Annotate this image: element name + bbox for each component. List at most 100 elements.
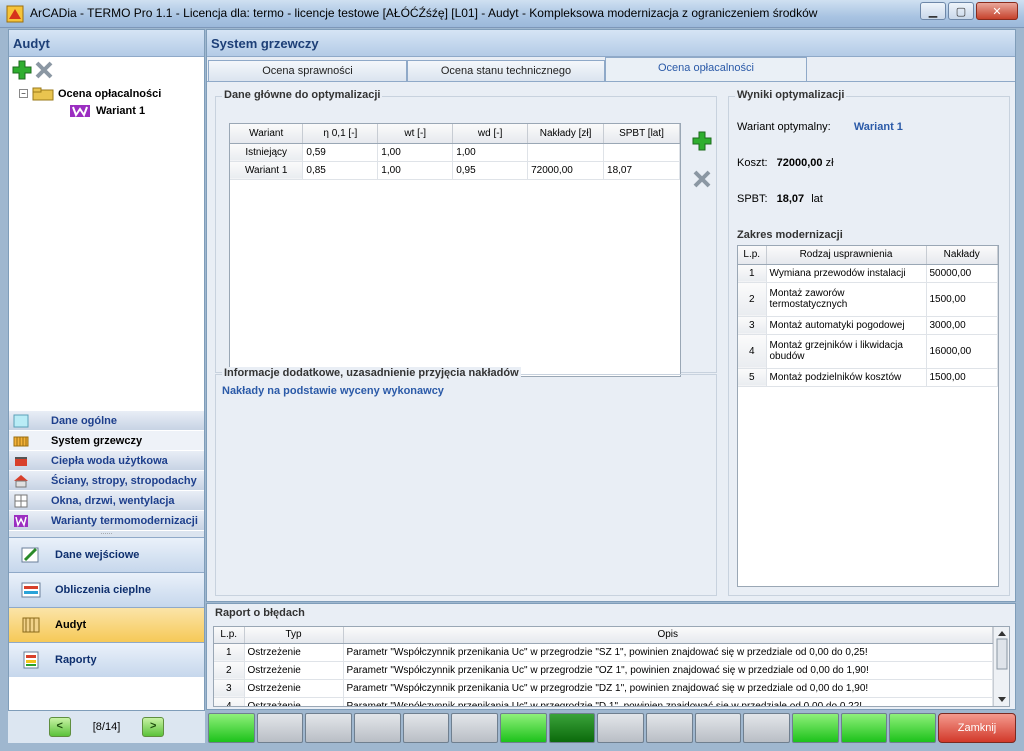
error-report-scrollbar[interactable] bbox=[993, 627, 1009, 706]
table-cell[interactable]: 72000,00 bbox=[527, 161, 605, 180]
add-variant-icon[interactable] bbox=[691, 130, 713, 152]
table-cell[interactable]: 1500,00 bbox=[926, 368, 998, 387]
tab-ocena-sprawnosci[interactable]: Ocena sprawności bbox=[208, 60, 407, 81]
table-row[interactable]: 4 Montaż grzejników i likwidacja obudów … bbox=[738, 334, 998, 369]
table-cell[interactable]: 1500,00 bbox=[926, 282, 998, 317]
col-header[interactable]: Rodzaj usprawnienia bbox=[766, 246, 927, 265]
module-raporty[interactable]: Raporty bbox=[9, 642, 204, 677]
table-cell[interactable]: Montaż automatyki pogodowej bbox=[766, 316, 927, 335]
col-header[interactable]: Nakłady [zł] bbox=[527, 124, 605, 144]
error-report-grid[interactable]: L.p. Typ Opis 1 Ostrzeżenie Parametr "Ws… bbox=[213, 626, 1010, 707]
nav-warianty[interactable]: Warianty termomodernizacji bbox=[9, 511, 204, 531]
table-row[interactable]: 5 Montaż podzielników kosztów 1500,00 bbox=[738, 368, 998, 387]
nav-system-grzewczy[interactable]: System grzewczy bbox=[9, 431, 204, 451]
col-header[interactable]: wt [-] bbox=[377, 124, 454, 144]
table-cell[interactable]: 1,00 bbox=[452, 143, 529, 162]
col-header[interactable]: L.p. bbox=[738, 246, 767, 265]
table-row[interactable]: 2 Ostrzeżenie Parametr "Współczynnik prz… bbox=[214, 661, 993, 680]
table-cell[interactable]: Montaż podzielników kosztów bbox=[766, 368, 927, 387]
table-cell[interactable]: 1,00 bbox=[377, 143, 454, 162]
status-segment[interactable] bbox=[889, 713, 937, 743]
table-cell[interactable]: Montaż zaworów termostatycznych bbox=[766, 282, 927, 317]
module-obliczenia[interactable]: Obliczenia cieplne bbox=[9, 572, 204, 607]
table-cell[interactable]: Parametr "Współczynnik przenikania Uc" w… bbox=[343, 697, 993, 706]
table-cell[interactable]: 1,00 bbox=[377, 161, 454, 180]
left-panel: Audyt − Ocena opłacalności Wariant 1 Dan… bbox=[8, 29, 205, 711]
status-segment[interactable] bbox=[792, 713, 839, 743]
info-text[interactable]: Nakłady na podstawie wyceny wykonawcy bbox=[222, 385, 444, 397]
table-cell[interactable]: Montaż grzejników i likwidacja obudów bbox=[766, 334, 927, 369]
close-window-button[interactable]: ✕ bbox=[976, 2, 1018, 20]
table-cell[interactable]: Parametr "Współczynnik przenikania Uc" w… bbox=[343, 643, 993, 662]
table-cell[interactable]: Parametr "Współczynnik przenikania Uc" w… bbox=[343, 661, 993, 680]
col-header[interactable]: wd [-] bbox=[452, 124, 529, 144]
scope-grid[interactable]: L.p. Rodzaj usprawnienia Nakłady 1 Wymia… bbox=[737, 245, 999, 587]
tab-ocena-oplacalnosci[interactable]: Ocena opłacalności bbox=[605, 57, 807, 81]
status-segment[interactable] bbox=[840, 713, 888, 743]
module-dane-wejsciowe[interactable]: Dane wejściowe bbox=[9, 537, 204, 572]
status-segment[interactable] bbox=[305, 713, 353, 743]
module-audyt[interactable]: Audyt bbox=[9, 607, 204, 642]
status-segment[interactable] bbox=[208, 713, 255, 743]
status-segment[interactable] bbox=[597, 713, 645, 743]
table-cell[interactable]: Ostrzeżenie bbox=[244, 679, 344, 698]
col-header[interactable]: Wariant bbox=[230, 124, 304, 144]
close-button[interactable]: Zamknij bbox=[938, 713, 1016, 743]
table-row[interactable]: 1 Ostrzeżenie Parametr "Współczynnik prz… bbox=[214, 643, 993, 662]
nav-label: System grzewczy bbox=[51, 434, 143, 447]
tree-node-ocena[interactable]: − Ocena opłacalności bbox=[19, 85, 161, 102]
table-row[interactable]: 2 Montaż zaworów termostatycznych 1500,0… bbox=[738, 282, 998, 317]
col-header[interactable]: η 0,1 [-] bbox=[302, 124, 379, 144]
status-segment[interactable] bbox=[354, 713, 401, 743]
tree-expander[interactable]: − bbox=[19, 89, 28, 98]
status-segment[interactable] bbox=[646, 713, 693, 743]
main-data-grid[interactable]: Wariant η 0,1 [-] wt [-] wd [-] Nakłady … bbox=[229, 123, 681, 377]
table-row[interactable]: 1 Wymiana przewodów instalacji 50000,00 bbox=[738, 264, 998, 283]
table-cell[interactable] bbox=[603, 143, 680, 162]
nav-ciepla-woda[interactable]: Ciepła woda użytkowa bbox=[9, 451, 204, 471]
table-row[interactable]: Wariant 1 0,85 1,00 0,95 72000,00 18,07 bbox=[230, 161, 680, 180]
nav-okna[interactable]: Okna, drzwi, wentylacja bbox=[9, 491, 204, 511]
maximize-button[interactable]: ▢ bbox=[948, 2, 974, 20]
table-cell[interactable]: Ostrzeżenie bbox=[244, 697, 344, 706]
table-cell[interactable]: 50000,00 bbox=[926, 264, 998, 283]
status-segment[interactable] bbox=[500, 713, 547, 743]
table-cell[interactable]: Ostrzeżenie bbox=[244, 661, 344, 680]
col-header[interactable]: Nakłady bbox=[926, 246, 998, 265]
status-segment[interactable] bbox=[402, 713, 450, 743]
nav-sciany[interactable]: Ściany, stropy, stropodachy bbox=[9, 471, 204, 491]
status-segment[interactable] bbox=[548, 713, 596, 743]
table-cell[interactable]: Ostrzeżenie bbox=[244, 643, 344, 662]
table-cell[interactable]: 18,07 bbox=[603, 161, 680, 180]
status-segment[interactable] bbox=[694, 713, 742, 743]
status-segment[interactable] bbox=[743, 713, 791, 743]
col-header[interactable]: L.p. bbox=[214, 627, 245, 644]
table-cell[interactable]: 0,85 bbox=[302, 161, 379, 180]
delete-icon[interactable] bbox=[34, 60, 54, 80]
table-row[interactable]: 3 Montaż automatyki pogodowej 3000,00 bbox=[738, 316, 998, 335]
add-icon[interactable] bbox=[12, 60, 32, 80]
col-header[interactable]: Opis bbox=[343, 627, 993, 644]
tab-ocena-stanu[interactable]: Ocena stanu technicznego bbox=[407, 60, 605, 81]
nav-dane-ogolne[interactable]: Dane ogólne bbox=[9, 411, 204, 431]
prev-page-button[interactable]: < bbox=[48, 717, 71, 737]
col-header[interactable]: Typ bbox=[244, 627, 344, 644]
status-segment[interactable] bbox=[451, 713, 499, 743]
nav-label: Ciepła woda użytkowa bbox=[51, 454, 168, 467]
table-cell[interactable]: Parametr "Współczynnik przenikania Uc" w… bbox=[343, 679, 993, 698]
col-header[interactable]: SPBT [lat] bbox=[603, 124, 680, 144]
table-cell[interactable]: 0,95 bbox=[452, 161, 529, 180]
table-cell[interactable]: 16000,00 bbox=[926, 334, 998, 369]
minimize-button[interactable]: ▁ bbox=[920, 2, 946, 20]
table-row[interactable]: 4 Ostrzeżenie Parametr "Współczynnik prz… bbox=[214, 697, 993, 706]
tree-node-wariant-1[interactable]: Wariant 1 bbox=[19, 102, 161, 119]
next-page-button[interactable]: > bbox=[142, 717, 165, 737]
table-row[interactable]: Istniejący 0,59 1,00 1,00 bbox=[230, 143, 680, 162]
table-cell[interactable]: 3000,00 bbox=[926, 316, 998, 335]
status-segment[interactable] bbox=[256, 713, 304, 743]
table-cell[interactable]: Wymiana przewodów instalacji bbox=[766, 264, 927, 283]
delete-variant-icon[interactable] bbox=[691, 168, 713, 190]
table-cell[interactable] bbox=[527, 143, 605, 162]
table-row[interactable]: 3 Ostrzeżenie Parametr "Współczynnik prz… bbox=[214, 679, 993, 698]
table-cell[interactable]: 0,59 bbox=[302, 143, 379, 162]
